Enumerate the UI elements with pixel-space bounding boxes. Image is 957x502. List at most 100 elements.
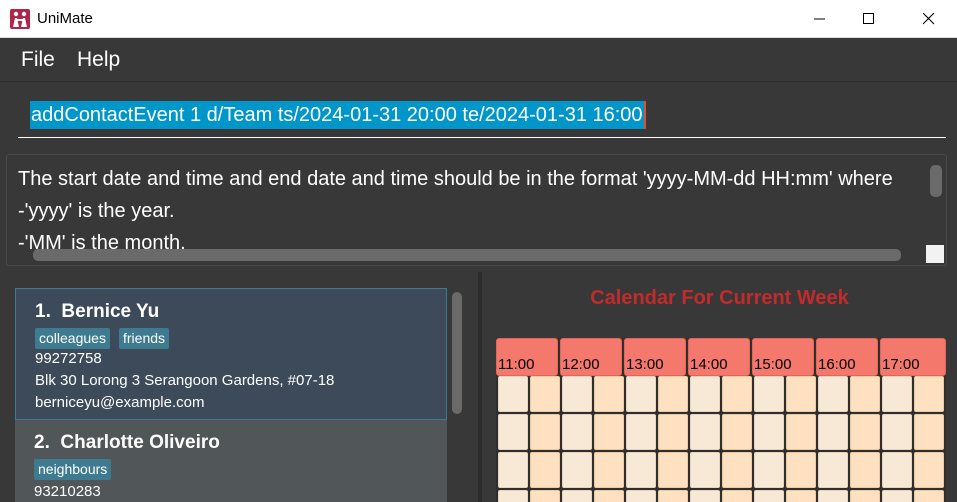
calendar-slot[interactable] (882, 452, 912, 488)
maximize-button[interactable] (846, 0, 892, 38)
calendar-slot[interactable] (818, 376, 848, 412)
calendar-slot[interactable] (530, 490, 560, 502)
calendar-slot[interactable] (818, 452, 848, 488)
calendar-slot[interactable] (626, 414, 656, 450)
calendar-slot[interactable] (914, 376, 944, 412)
calendar-slot[interactable] (530, 414, 560, 450)
calendar-slot[interactable] (754, 490, 784, 502)
command-value: addContactEvent 1 d/Team ts/2024-01-31 2… (31, 104, 643, 126)
calendar-hour-label: 15:00 (754, 356, 792, 373)
calendar-slot[interactable] (722, 452, 752, 488)
calendar-title: Calendar For Current Week (590, 287, 849, 309)
menu-bar: File Help (0, 38, 957, 82)
result-display-area: The start date and time and end date and… (0, 148, 957, 272)
calendar-hour-label: 14:00 (690, 356, 728, 373)
calendar-slot[interactable] (498, 376, 528, 412)
calendar-slot[interactable] (722, 490, 752, 502)
calendar-pane: Calendar For Current Week 11:00 12:00 13:0… (482, 272, 957, 502)
maximize-icon (863, 13, 874, 24)
result-display[interactable]: The start date and time and end date and… (6, 154, 947, 266)
calendar-slot[interactable] (850, 452, 880, 488)
calendar-slot[interactable] (562, 376, 592, 412)
calendar-slot[interactable] (658, 376, 688, 412)
minimize-icon (814, 18, 825, 20)
person-email: berniceyu@example.com (35, 394, 205, 411)
menu-help[interactable]: Help (77, 48, 120, 72)
menu-file[interactable]: File (21, 48, 55, 72)
calendar-slot[interactable] (914, 490, 944, 502)
calendar-slot[interactable] (594, 414, 624, 450)
calendar-slot[interactable] (690, 376, 720, 412)
calendar-slot[interactable] (562, 490, 592, 502)
title-bar: UniMate (0, 0, 957, 38)
close-button[interactable] (906, 0, 952, 38)
calendar-slot[interactable] (594, 376, 624, 412)
calendar-slot[interactable] (498, 452, 528, 488)
calendar-slot[interactable] (594, 490, 624, 502)
result-vertical-scrollbar[interactable] (930, 165, 942, 197)
person-phone: 99272758 (35, 350, 102, 367)
calendar-slot[interactable] (850, 490, 880, 502)
calendar-slot[interactable] (530, 376, 560, 412)
calendar-slot[interactable] (850, 414, 880, 450)
result-line: -'yyyy' is the year. (18, 200, 175, 222)
calendar-hour-label: 11:00 (498, 356, 535, 373)
tag: friends (119, 328, 170, 349)
calendar-slot[interactable] (786, 414, 816, 450)
person-index: 1. (35, 301, 51, 322)
calendar-slot[interactable] (562, 414, 592, 450)
person-card[interactable]: 2. Charlotte Oliveiro neighbours 9321028… (15, 420, 447, 502)
calendar-slot[interactable] (498, 414, 528, 450)
calendar-slot[interactable] (690, 452, 720, 488)
main-content: 1. Bernice Yu colleagues friends 9927275… (0, 272, 957, 502)
calendar-slot[interactable] (658, 414, 688, 450)
person-list-scrollbar[interactable] (452, 292, 462, 414)
calendar-slot[interactable] (754, 414, 784, 450)
person-index-name: 1. Bernice Yu (35, 301, 159, 323)
command-input[interactable]: addContactEvent 1 d/Team ts/2024-01-31 2… (18, 98, 946, 138)
calendar-slot[interactable] (754, 376, 784, 412)
person-card[interactable]: 1. Bernice Yu colleagues friends 9927275… (15, 288, 447, 420)
calendar-slot[interactable] (626, 376, 656, 412)
calendar-slot[interactable] (722, 414, 752, 450)
person-list: 1. Bernice Yu colleagues friends 9927275… (0, 272, 478, 502)
calendar-slot[interactable] (690, 490, 720, 502)
calendar-slot[interactable] (626, 452, 656, 488)
calendar-slot[interactable] (754, 452, 784, 488)
calendar-slot[interactable] (914, 452, 944, 488)
tag: colleagues (35, 328, 110, 349)
calendar-slot[interactable] (786, 452, 816, 488)
calendar-hour-label: 17:00 (882, 356, 920, 373)
result-horizontal-scrollbar[interactable] (33, 249, 901, 261)
window-title: UniMate (37, 10, 93, 27)
calendar-slot[interactable] (658, 452, 688, 488)
minimize-button[interactable] (797, 0, 843, 38)
person-phone: 93210283 (34, 483, 101, 500)
calendar-hour-label: 16:00 (818, 356, 856, 373)
calendar-slot[interactable] (914, 414, 944, 450)
calendar-hour-label: 13:00 (626, 356, 664, 373)
calendar-slot[interactable] (562, 452, 592, 488)
calendar-slot[interactable] (818, 414, 848, 450)
calendar-slot[interactable] (818, 490, 848, 502)
calendar-slot[interactable] (722, 376, 752, 412)
calendar-slot[interactable] (850, 376, 880, 412)
calendar-slot[interactable] (498, 490, 528, 502)
calendar-slot[interactable] (882, 414, 912, 450)
calendar-slot[interactable] (690, 414, 720, 450)
person-name: Bernice Yu (61, 301, 160, 322)
calendar-slot[interactable] (786, 490, 816, 502)
calendar-slot[interactable] (786, 376, 816, 412)
calendar-slot[interactable] (658, 490, 688, 502)
tag: neighbours (34, 459, 112, 480)
calendar-slot[interactable] (594, 452, 624, 488)
person-address: Blk 30 Lorong 3 Serangoon Gardens, #07-1… (35, 372, 335, 389)
scrollbar-corner (926, 245, 944, 263)
calendar-slot[interactable] (530, 452, 560, 488)
text-caret (643, 101, 646, 129)
calendar-slot[interactable] (882, 376, 912, 412)
calendar-slot[interactable] (882, 490, 912, 502)
person-name: Charlotte Oliveiro (60, 432, 220, 453)
calendar-slot[interactable] (626, 490, 656, 502)
close-icon (923, 13, 935, 25)
